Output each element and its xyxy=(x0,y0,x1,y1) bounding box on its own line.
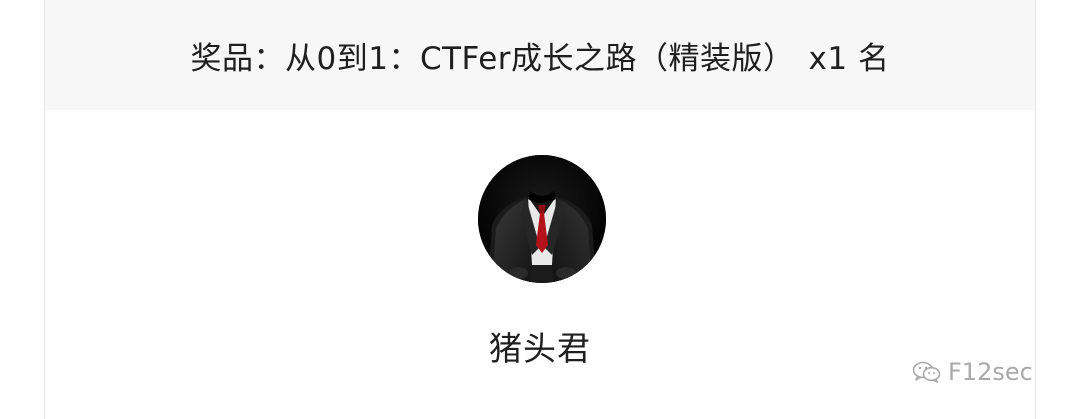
suit-figure-image xyxy=(478,155,606,283)
watermark-account: F12sec xyxy=(948,358,1033,386)
prize-header: 奖品：从0到1：CTFer成长之路（精装版） x1 名 xyxy=(45,0,1035,110)
prize-name: 从0到1：CTFer成长之路（精装版） xyxy=(285,40,795,77)
prize-title: 奖品：从0到1：CTFer成长之路（精装版） x1 名 xyxy=(191,33,890,78)
prize-card: 奖品：从0到1：CTFer成长之路（精装版） x1 名 猪头君 xyxy=(44,0,1036,419)
wechat-icon xyxy=(912,361,941,383)
winner-avatar xyxy=(478,155,606,283)
wechat-watermark: F12sec xyxy=(912,358,1033,386)
prize-label: 奖品： xyxy=(190,40,286,77)
prize-quantity: x1 名 xyxy=(808,40,890,77)
winner-name: 猪头君 xyxy=(489,329,591,368)
